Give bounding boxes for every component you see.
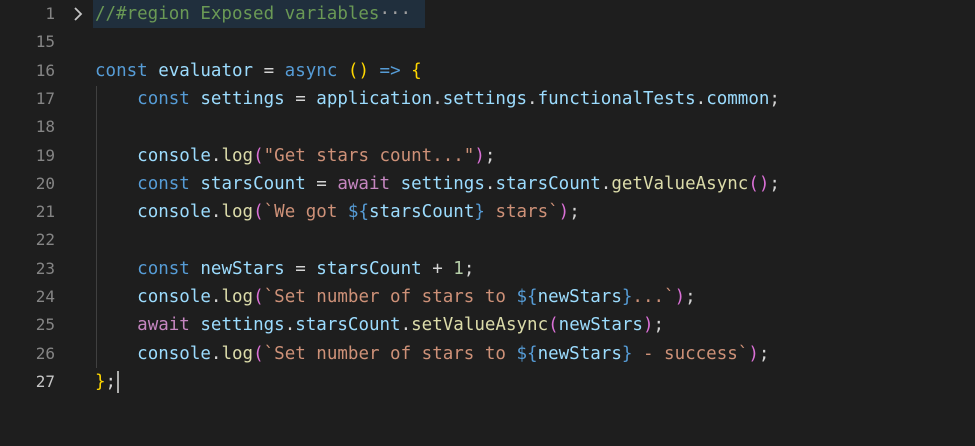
code-line-27[interactable]: 27}; bbox=[0, 368, 975, 396]
code-line-16[interactable]: 16 const evaluator = async () => { bbox=[0, 57, 975, 85]
line-number: 25 bbox=[35, 315, 55, 335]
code-line-18[interactable]: 18 bbox=[0, 113, 975, 141]
code-line-19[interactable]: 19 console.log("Get stars count..."); bbox=[0, 142, 975, 170]
code-text: await settings.starsCount.setValueAsync(… bbox=[137, 315, 665, 336]
code-text: }; bbox=[95, 368, 120, 396]
line-number: 15 bbox=[35, 32, 55, 52]
code-line-26[interactable]: 26 console.log(`Set number of stars to $… bbox=[0, 340, 975, 368]
line-number: 22 bbox=[35, 230, 55, 250]
code-text: const settings = application.settings.fu… bbox=[137, 88, 780, 109]
chevron-right-icon[interactable] bbox=[70, 0, 86, 28]
code-text: console.log(`Set number of stars to ${ne… bbox=[137, 343, 770, 364]
code-line-15[interactable]: 15 bbox=[0, 28, 975, 56]
line-number: 16 bbox=[35, 60, 55, 80]
line-number: 21 bbox=[35, 202, 55, 222]
line-number: 23 bbox=[35, 258, 55, 278]
code-editor[interactable]: 1 //#region Exposed variables··· 15 16 const… bbox=[0, 0, 975, 446]
line-number: 1 bbox=[45, 4, 55, 23]
line-number: 19 bbox=[35, 145, 55, 165]
code-line-23[interactable]: 23 const newStars = starsCount + 1; bbox=[0, 255, 975, 283]
code-line-1[interactable]: 1 //#region Exposed variables··· bbox=[0, 0, 975, 29]
code-text: const evaluator = async () => { bbox=[95, 60, 422, 81]
code-text: //#region Exposed variables··· bbox=[95, 4, 412, 24]
line-number: 18 bbox=[35, 117, 55, 137]
code-line-25[interactable]: 25 await settings.starsCount.setValueAsy… bbox=[0, 311, 975, 339]
line-number: 26 bbox=[35, 343, 55, 363]
code-line-21[interactable]: 21 console.log(`We got ${starsCount} sta… bbox=[0, 198, 975, 226]
code-line-24[interactable]: 24 console.log(`Set number of stars to $… bbox=[0, 283, 975, 311]
code-line-22[interactable]: 22 bbox=[0, 226, 975, 254]
code-line-17[interactable]: 17 const settings = application.settings… bbox=[0, 85, 975, 113]
code-text: console.log("Get stars count..."); bbox=[137, 145, 496, 166]
text-cursor bbox=[117, 370, 120, 393]
code-text: console.log(`We got ${starsCount} stars`… bbox=[137, 202, 580, 223]
line-number: 17 bbox=[35, 88, 55, 108]
code-text: console.log(`Set number of stars to ${ne… bbox=[137, 287, 696, 307]
code-line-20[interactable]: 20 const starsCount = await settings.sta… bbox=[0, 170, 975, 198]
code-text: const newStars = starsCount + 1; bbox=[137, 258, 475, 279]
line-number: 27 bbox=[35, 371, 55, 391]
code-text: const starsCount = await settings.starsC… bbox=[137, 173, 780, 194]
line-number: 24 bbox=[35, 287, 55, 306]
line-number: 20 bbox=[35, 173, 55, 193]
